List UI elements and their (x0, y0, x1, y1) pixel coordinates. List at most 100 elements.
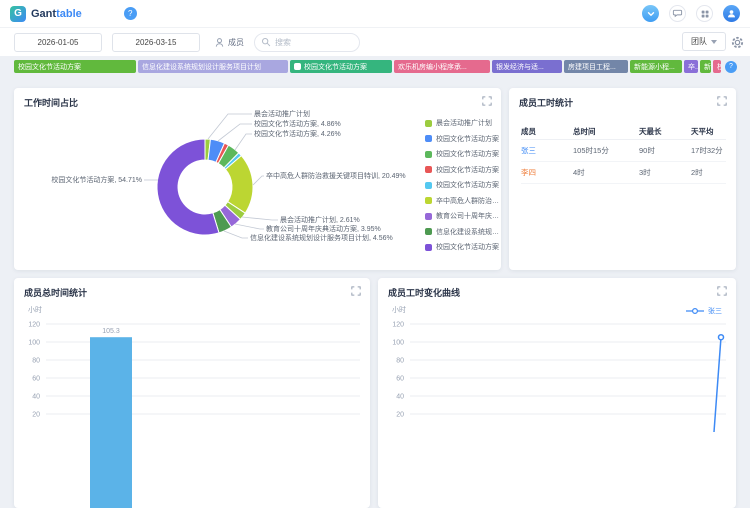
legend-item[interactable]: 校园文化节活动方案 (425, 180, 501, 190)
y-tick-label: 100 (28, 340, 40, 347)
project-tab-label: 欢乐机房编小程序承... (398, 63, 467, 71)
user-avatar[interactable] (723, 5, 740, 22)
member-total-bar-chart: 120 100 80 60 40 20 105.3 (28, 322, 360, 508)
project-app-icon (294, 63, 301, 70)
bar-value-label: 105.3 (102, 328, 120, 335)
legend-item[interactable]: 晨会活动推广计划 (425, 118, 501, 128)
project-tab-label: 新能源小程... (634, 63, 675, 71)
y-tick-label: 20 (396, 412, 404, 419)
table-cell: 17时32分 (691, 146, 723, 155)
search-input[interactable] (275, 37, 347, 47)
project-tab[interactable]: 校 (713, 60, 721, 73)
legend-label: 信息化建设系统规划设计服务项目计划 (436, 228, 501, 236)
y-tick-label: 40 (32, 394, 40, 401)
legend-item[interactable]: 校园文化节活动方案 (425, 134, 501, 144)
project-tab[interactable]: 新能源小程... (630, 60, 682, 73)
y-tick-label: 60 (32, 376, 40, 383)
panel-member-total-time: 成员总时间统计 小时 120 100 80 60 40 20 105.3 (14, 278, 370, 508)
legend-item[interactable]: 校园文化节活动方案 (425, 149, 501, 159)
settings-button[interactable] (731, 36, 744, 49)
app-header: G Ganttable ? (0, 0, 750, 28)
slice-callout: 信息化建设系统规划设计服务项目计划, 4.56% (250, 235, 393, 242)
project-tab-label: 新... (704, 63, 711, 71)
project-tab[interactable]: 房建项目工程... (564, 60, 628, 73)
project-tab-label: 校园文化节活动方案 (18, 63, 81, 71)
project-tab[interactable]: 校园文化节活动方案 (290, 60, 392, 73)
project-tab-label: 卒... (688, 63, 698, 71)
chevron-down-icon (647, 11, 654, 16)
member-filter[interactable]: 成员 (214, 37, 244, 48)
app-title-secondary: table (56, 7, 82, 20)
legend-swatch (425, 135, 432, 142)
panel-work-time-ratio: 工作时间占比 晨会活动推广计划 校园文化节活动方案, 4.86% 校园文化节活动… (14, 88, 501, 270)
project-tab[interactable]: 校园文化节活动方案 (14, 60, 136, 73)
team-select[interactable]: 团队 (682, 32, 726, 51)
grid-icon (701, 10, 708, 17)
collapse-button[interactable] (642, 5, 659, 22)
project-tab[interactable]: 信息化建设系统规划设计服务项目计划 (138, 60, 288, 73)
project-tab-label: 校 (717, 63, 721, 71)
filter-toolbar: 2026-01-05 2026-03-15 成员 团队 (0, 28, 750, 56)
line-series[interactable] (713, 337, 722, 433)
legend-label: 教育公司十周年庆典活动方案 (436, 213, 501, 220)
header-actions (642, 5, 740, 22)
y-tick-label: 120 (392, 322, 404, 329)
member-hours-rows: 张三 105时15分 90时 17时32分 李四 4时 3时 2时 (521, 140, 726, 184)
table-cell: 4时 (573, 168, 585, 177)
member-curve-line-chart: 120 100 80 60 40 20 (392, 322, 726, 433)
project-tab-bar: 校园文化节活动方案 信息化建设系统规划设计服务项目计划 校园文化节活动方案 欢乐机房编… (14, 60, 737, 73)
date-start-input[interactable]: 2026-01-05 (14, 32, 102, 52)
expand-icon[interactable] (717, 96, 727, 106)
column-header: 总时间 (573, 127, 596, 136)
gear-icon (731, 36, 744, 49)
panel-title: 成员工时统计 (519, 98, 574, 108)
slice-callout: 校园文化节活动方案, 54.71% (51, 177, 142, 184)
table-row[interactable]: 张三 105时15分 90时 17时32分 (521, 140, 726, 162)
project-tab-label: 校园文化节活动方案 (304, 63, 367, 71)
tabbar-help-icon[interactable]: ? (725, 60, 737, 73)
slice-callout: 晨会活动推广计划 (254, 111, 310, 118)
project-tab[interactable]: 卒... (684, 60, 698, 73)
logo-icon: G (10, 5, 26, 22)
caret-down-icon (711, 39, 717, 44)
app-title: Ganttable (31, 8, 82, 20)
legend-swatch (425, 150, 432, 158)
app-root: { "app": { "logo_letter": "G", "logo_pri… (0, 0, 750, 508)
person-icon (728, 10, 735, 18)
table-cell: 2时 (691, 168, 703, 177)
legend-item[interactable]: 校园文化节活动方案 (425, 242, 501, 252)
project-tab[interactable]: 欢乐机房编小程序承... (394, 60, 490, 73)
messages-button[interactable] (669, 5, 686, 22)
table-row[interactable]: 李四 4时 3时 2时 (521, 162, 726, 184)
legend-item[interactable]: 校园文化节活动方案 (425, 165, 501, 175)
project-tab[interactable]: 新... (700, 60, 711, 73)
legend-item[interactable]: 卒中高危人群防治救援关键项目特训 (425, 196, 501, 206)
team-select-label: 团队 (691, 37, 707, 46)
table-cell: 李四 (521, 168, 536, 177)
legend-item[interactable]: 教育公司十周年庆典活动方案 (425, 211, 501, 221)
legend-swatch (425, 181, 432, 189)
search-icon (261, 37, 271, 47)
table-header: 成员 总时间 天最长 天平均 (521, 124, 726, 140)
slice-callout: 校园文化节活动方案, 4.86% (254, 121, 341, 128)
legend-item[interactable]: 信息化建设系统规划设计服务项目计划 (425, 227, 501, 237)
bar[interactable] (90, 337, 132, 508)
legend-swatch (425, 243, 432, 251)
legend-label: 校园文化节活动方案 (436, 244, 499, 251)
line-end-point[interactable] (717, 333, 725, 341)
app-title-primary: Gant (31, 7, 57, 20)
help-icon[interactable]: ? (123, 7, 137, 20)
column-header: 成员 (521, 127, 536, 136)
search-field[interactable] (254, 32, 360, 52)
y-tick-label: 80 (396, 358, 404, 365)
project-tab[interactable]: 银发经济与适... (492, 60, 562, 73)
date-end-input[interactable]: 2026-03-15 (112, 32, 200, 52)
legend-label: 校园文化节活动方案 (436, 135, 499, 143)
y-tick-label: 40 (396, 394, 404, 401)
apps-button[interactable] (696, 5, 713, 22)
member-icon (215, 37, 224, 47)
chat-bubble-icon (672, 9, 683, 18)
panel-member-hours-curve: 成员工时变化曲线 小时 张三 120 100 80 60 40 20 (378, 278, 736, 508)
legend-label: 校园文化节活动方案 (436, 166, 499, 174)
y-tick-label: 100 (392, 340, 404, 347)
